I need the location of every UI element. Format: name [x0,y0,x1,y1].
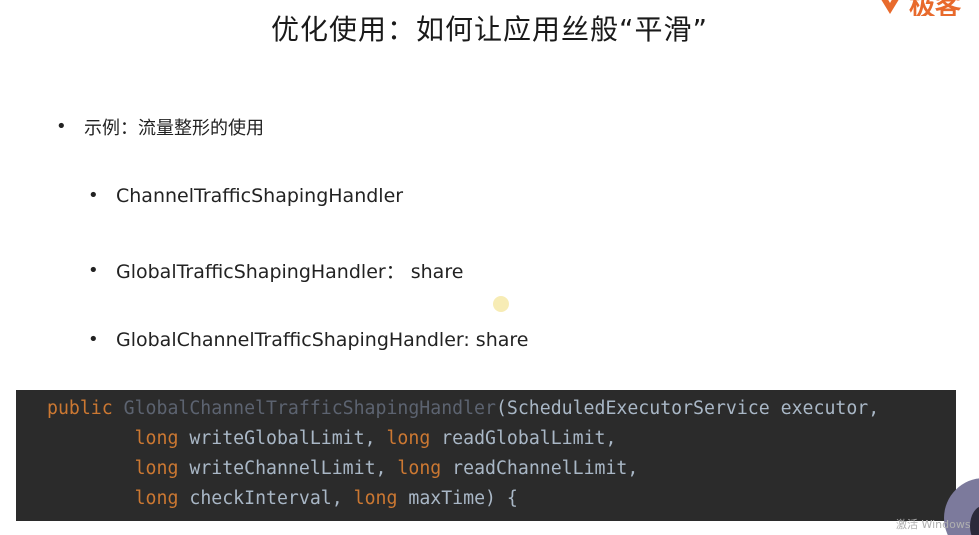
code-keyword: public [47,398,124,419]
code-keyword: long [386,428,431,449]
bullet-main-text: 示例：流量整形的使用 [84,118,264,139]
code-line: long writeChannelLimit, long readChannel… [47,458,639,479]
code-line: long checkInterval, long maxTime) { [47,488,518,509]
pointer-highlight [493,296,509,312]
code-line: public GlobalChannelTrafficShapingHandle… [47,398,879,419]
bullet-sub-text: GlobalTrafficShapingHandler： share [116,261,464,283]
code-text: readGlobalLimit, [430,428,617,449]
windows-activation-watermark: 激活 Windows [896,518,971,531]
code-text: (ScheduledExecutorService executor, [495,398,880,419]
code-text: maxTime) { [397,488,518,509]
code-keyword: long [134,458,179,479]
code-keyword: long [134,428,179,449]
bullet-sub-text: GlobalChannelTrafficShapingHandler: shar… [116,329,529,351]
code-keyword: long [397,458,442,479]
bullet-icon: • [56,116,67,137]
code-text: readChannelLimit, [441,458,639,479]
avatar-figure [970,506,979,535]
code-text: checkInterval, [178,488,354,509]
bullet-main: • 示例：流量整形的使用 [56,114,264,140]
code-line: long writeGlobalLimit, long readGlobalLi… [47,428,617,449]
bullet-icon: • [88,259,99,281]
code-text: writeChannelLimit, [178,458,398,479]
bullet-sub-item: • GlobalTrafficShapingHandler： share [88,257,463,284]
code-keyword: long [353,488,398,509]
bullet-icon: • [88,185,99,206]
bullet-sub-item: • ChannelTrafficShapingHandler [88,185,403,207]
slide-title: 优化使用：如何让应用丝般“平滑” [270,13,708,46]
code-block: public GlobalChannelTrafficShapingHandle… [16,390,956,521]
bullet-sub-item: • GlobalChannelTrafficShapingHandler: sh… [88,329,528,351]
code-keyword: long [134,488,179,509]
bullet-sub-text: ChannelTrafficShapingHandler [116,185,404,207]
slide-page: 极客 优化使用：如何让应用丝般“平滑” • 示例：流量整形的使用 • Chann… [0,0,979,535]
code-constructor-name: GlobalChannelTrafficShapingHandler [123,398,496,419]
bullet-icon: • [88,329,99,350]
code-text: writeGlobalLimit, [178,428,387,449]
